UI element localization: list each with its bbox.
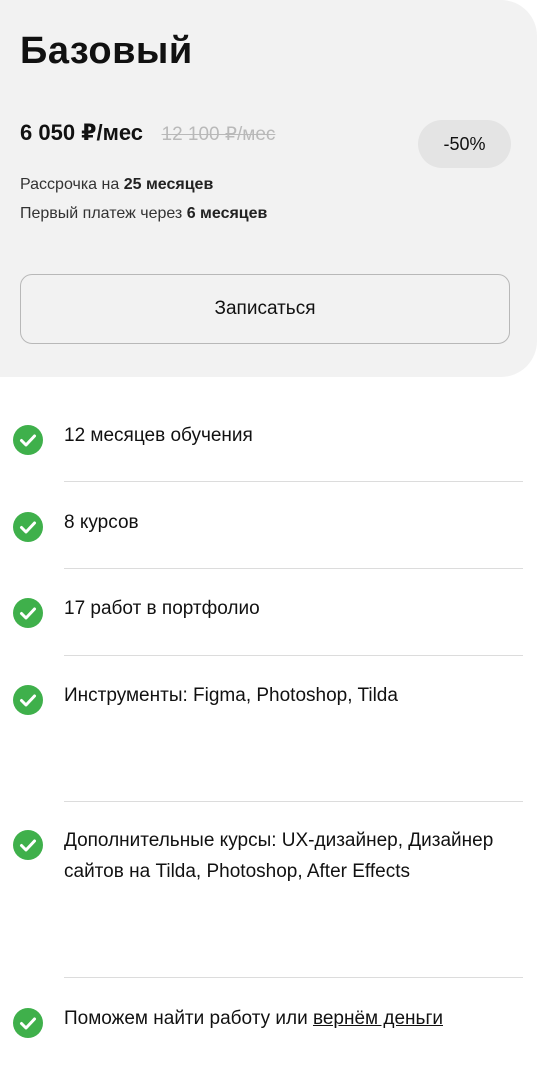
- check-circle-icon: [13, 830, 43, 860]
- refund-link[interactable]: вернём деньги: [313, 1008, 443, 1029]
- first-payment-value: 6 месяцев: [186, 205, 268, 222]
- divider: [64, 977, 523, 978]
- divider: [64, 655, 523, 656]
- installment-prefix: Рассрочка на: [20, 176, 124, 193]
- first-payment-line: Первый платеж через 6 месяцев: [20, 199, 267, 228]
- divider: [64, 568, 523, 569]
- divider: [64, 481, 523, 482]
- installment-line: Рассрочка на 25 месяцев: [20, 170, 267, 199]
- installment-value: 25 месяцев: [123, 176, 214, 193]
- feature-text: Поможем найти работу или вернём деньги: [64, 1003, 524, 1034]
- enroll-button[interactable]: Записаться: [20, 274, 510, 344]
- installment-info: Рассрочка на 25 месяцев Первый платеж че…: [20, 170, 267, 228]
- feature-text-prefix: Поможем найти работу или: [64, 1008, 313, 1029]
- price-current: 6 050 ₽/мес: [20, 120, 144, 145]
- check-circle-icon: [13, 425, 43, 455]
- feature-text: 8 курсов: [64, 512, 139, 533]
- first-payment-prefix: Первый платеж через: [20, 205, 187, 222]
- plan-card: Базовый 6 050 ₽/мес 12 100 ₽/мес -50% Ра…: [0, 0, 537, 377]
- price-row: 6 050 ₽/мес 12 100 ₽/мес: [20, 120, 275, 146]
- feature-text: 12 месяцев обучения: [64, 425, 253, 446]
- check-circle-icon: [13, 598, 43, 628]
- feature-text: 17 работ в портфолио: [64, 598, 260, 619]
- feature-text: Инструменты: Figma, Photoshop, Tilda: [64, 685, 398, 706]
- check-circle-icon: [13, 1008, 43, 1038]
- divider: [64, 801, 523, 802]
- check-circle-icon: [13, 685, 43, 715]
- check-circle-icon: [13, 512, 43, 542]
- plan-title: Базовый: [20, 30, 193, 72]
- feature-text: Дополнительные курсы: UX-дизайнер, Дизай…: [64, 830, 494, 882]
- price-old: 12 100 ₽/мес: [161, 124, 276, 145]
- discount-badge: -50%: [418, 120, 511, 168]
